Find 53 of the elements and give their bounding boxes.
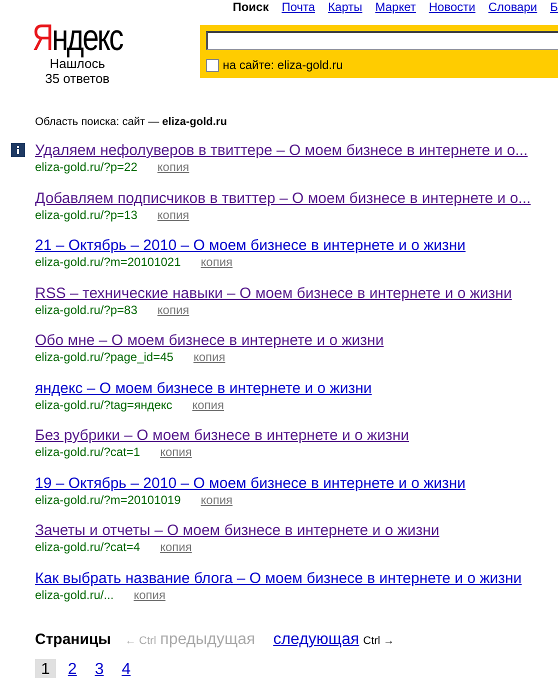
nav-tab[interactable]: Новости (428, 0, 476, 14)
cached-copy-link[interactable]: копия (157, 302, 190, 318)
checkbox[interactable] (206, 58, 219, 72)
pages-label: Страницы (35, 631, 111, 648)
info-icon[interactable] (11, 143, 25, 157)
nav-tab[interactable]: Карты (328, 0, 362, 14)
logo[interactable]: Яндекс (32, 20, 122, 56)
page-link[interactable]: 3 (88, 659, 110, 678)
result-link[interactable]: яндекс – О моем бизнесе в интернете и о жизни (35, 378, 372, 398)
nav-tab[interactable]: Б (550, 0, 558, 14)
result-url: eliza-gold.ru/?p=13 (35, 208, 138, 222)
result-link[interactable]: RSS – технические навыки – О моем бизнесе в интернете и о жизни (35, 284, 512, 302)
search-field[interactable] (206, 31, 558, 50)
cached-copy-link[interactable]: копия (200, 255, 233, 270)
result-link[interactable]: Зачеты и отчеты – О моем бизнесе в интернете и о жизни (35, 521, 440, 540)
cached-copy-link[interactable]: копия (160, 445, 192, 460)
result-link[interactable]: Обо мне – О моем бизнесе в интернете и о жизни (35, 331, 384, 350)
cached-copy-link[interactable]: копия (157, 208, 190, 222)
result-link[interactable]: 19 – Октябрь – 2010 – О моем бизнесе в интернете и о жизни (35, 474, 466, 492)
cached-copy-link[interactable]: копия (134, 588, 166, 602)
result-url: eliza-gold.ru/... (35, 588, 114, 602)
result-url: eliza-gold.ru/?cat=1 (35, 445, 140, 460)
page-link[interactable]: 1 (35, 659, 56, 678)
cached-copy-link[interactable]: копия (193, 350, 226, 365)
result-url: eliza-gold.ru/?p=22 (35, 160, 138, 175)
result-url: eliza-gold.ru/?m=20101019 (35, 492, 181, 508)
next-link[interactable]: следующая (273, 631, 360, 649)
cached-copy-link[interactable]: копия (157, 160, 190, 175)
result-link[interactable]: 21 – Октябрь – 2010 – О моем бизнесе в интернете и о жизни (35, 236, 466, 255)
result-url: eliza-gold.ru/?page_id=45 (35, 350, 174, 365)
result-url: eliza-gold.ru/?cat=4 (35, 540, 140, 555)
nav-tab[interactable]: Поиск (232, 0, 269, 14)
cached-copy-link[interactable]: копия (200, 492, 233, 508)
checkbox-label: на сайте: eliza-gold.ru (222, 58, 343, 72)
nav-tab[interactable]: Маркет (375, 0, 416, 14)
result-link[interactable]: Как выбрать название блога – О моем бизнесе в интернете и о жизни (35, 568, 522, 588)
search-scope: Область поиска: сайт — eliza-gold.ru (34, 116, 228, 128)
result-link[interactable]: Удаляем нефолуверов в твиттере – О моем бизнесе в интернете и о... (35, 141, 528, 160)
result-url: eliza-gold.ru/?m=20101021 (35, 255, 181, 270)
cached-copy-link[interactable]: копия (160, 540, 192, 555)
page-link[interactable]: 4 (116, 659, 137, 678)
results-count: 35 ответов (45, 71, 110, 86)
page-link[interactable]: 2 (62, 659, 83, 678)
nav-tab[interactable]: Почта (282, 0, 316, 14)
shortcut-hint: Ctrl → (363, 635, 394, 647)
result-link[interactable]: Добавляем подписчиков в твиттер – О моем бизнесе в интернете и о... (35, 188, 531, 208)
results-count: Нашлось (50, 56, 105, 71)
cached-copy-link[interactable]: копия (192, 398, 224, 412)
result-url: eliza-gold.ru/?p=83 (35, 302, 138, 318)
nav-tab[interactable]: Словари (488, 0, 538, 14)
shortcut-hint: ← Ctrl (125, 635, 156, 647)
result-url: eliza-gold.ru/?tag=яндекс (35, 398, 172, 412)
result-link[interactable]: Без рубрики – О моем бизнесе в интернете и о жизни (35, 426, 410, 445)
